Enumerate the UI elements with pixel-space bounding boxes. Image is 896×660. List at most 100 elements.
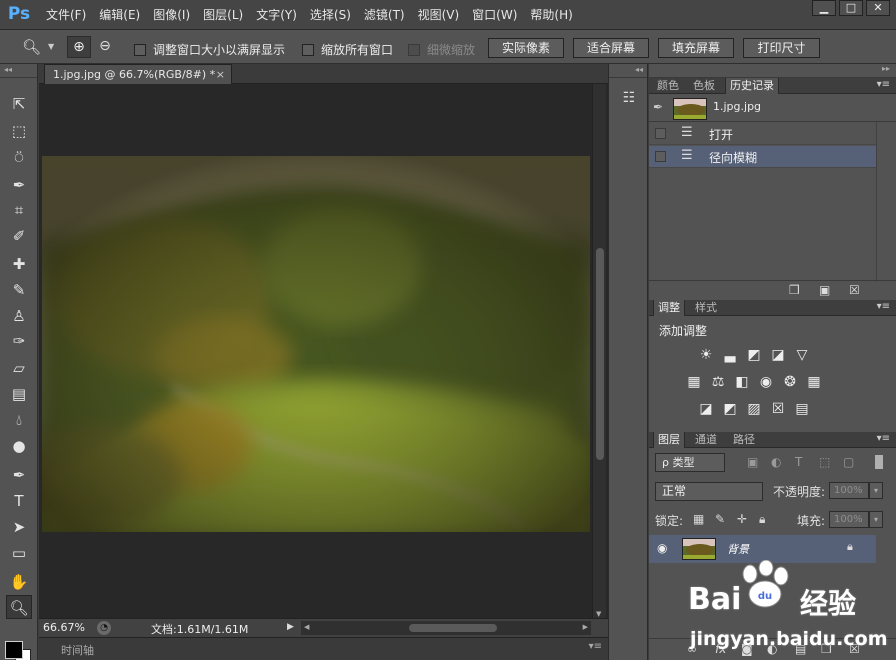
menu-image[interactable]: 图像(I): [153, 6, 190, 24]
eraser-tool-icon[interactable]: ▱: [6, 356, 32, 380]
tab-adjustments[interactable]: 调整: [653, 300, 685, 316]
zoom-all-windows-checkbox[interactable]: 缩放所有窗口: [302, 41, 393, 58]
layer-filter-select[interactable]: ρ 类型: [655, 453, 725, 472]
zoom-tool-icon[interactable]: 🔍︎: [6, 595, 32, 619]
menu-window[interactable]: 窗口(W): [472, 6, 517, 24]
close-tab-icon[interactable]: ×: [216, 65, 225, 84]
move-tool-icon[interactable]: ⇱: [6, 92, 32, 116]
layer-background[interactable]: ◉ 背景 🔒︎: [649, 535, 876, 563]
path-selection-tool-icon[interactable]: ➤: [6, 515, 32, 539]
exposure-icon[interactable]: ◪: [769, 346, 787, 364]
color-lookup-icon[interactable]: ▦: [805, 373, 823, 391]
panel-menu-icon[interactable]: ▾≡: [877, 433, 890, 444]
visibility-eye-icon[interactable]: ◉: [657, 541, 667, 555]
scrubby-zoom-checkbox[interactable]: 细微缩放: [408, 41, 475, 58]
fill-dropdown-icon[interactable]: ▾: [869, 511, 883, 528]
hand-tool-icon[interactable]: ✋: [6, 570, 32, 594]
quick-selection-tool-icon[interactable]: ✒: [6, 173, 32, 197]
filter-toggle[interactable]: [875, 455, 883, 469]
tab-layers[interactable]: 图层: [653, 432, 685, 448]
gradient-map-icon[interactable]: ▤: [793, 400, 811, 418]
lock-image-icon[interactable]: ✎: [715, 512, 725, 526]
image-canvas[interactable]: [42, 156, 590, 532]
minimize-button[interactable]: ▁: [812, 0, 836, 16]
history-checkbox[interactable]: [655, 151, 666, 162]
fit-screen-button[interactable]: 适合屏幕: [573, 38, 649, 58]
tab-paths[interactable]: 路径: [729, 432, 759, 448]
opacity-dropdown-icon[interactable]: ▾: [869, 482, 883, 499]
brightness-icon[interactable]: ☀: [697, 346, 715, 364]
menu-layer[interactable]: 图层(L): [203, 6, 243, 24]
crop-tool-icon[interactable]: ⌗: [6, 198, 32, 222]
horizontal-scroll-thumb[interactable]: [409, 624, 497, 632]
invert-icon[interactable]: ◪: [697, 400, 715, 418]
hue-saturation-icon[interactable]: ▦: [685, 373, 703, 391]
timeline-label[interactable]: 时间轴: [61, 642, 94, 658]
tab-channels[interactable]: 通道: [691, 432, 721, 448]
tab-color[interactable]: 颜色: [653, 78, 683, 94]
menu-type[interactable]: 文字(Y): [256, 6, 297, 24]
lock-all-icon[interactable]: 🔒︎: [759, 512, 765, 527]
black-white-icon[interactable]: ◧: [733, 373, 751, 391]
levels-icon[interactable]: ▃: [721, 346, 739, 364]
eyedropper-tool-icon[interactable]: ✐: [6, 224, 32, 248]
maximize-button[interactable]: □: [839, 0, 863, 16]
toolbox-collapse-icon[interactable]: ◂◂: [0, 64, 37, 78]
blend-mode-select[interactable]: 正常: [655, 482, 763, 501]
close-button[interactable]: ✕: [866, 0, 890, 16]
brush-tool-icon[interactable]: ✎: [6, 278, 32, 302]
print-size-button[interactable]: 打印尺寸: [743, 38, 820, 58]
gradient-tool-icon[interactable]: ▤: [6, 382, 32, 406]
zoom-tool-icon[interactable]: 🔍︎: [22, 38, 41, 56]
filter-smart-object-icon[interactable]: ▢: [843, 455, 854, 469]
tab-styles[interactable]: 样式: [691, 300, 721, 316]
vertical-scrollbar[interactable]: ▼: [592, 84, 606, 618]
lock-transparent-icon[interactable]: ▦: [693, 512, 704, 526]
selective-color-icon[interactable]: ☒: [769, 400, 787, 418]
zoom-in-button[interactable]: ⊕: [67, 36, 91, 58]
color-balance-icon[interactable]: ⚖: [709, 373, 727, 391]
camera-snapshot-icon[interactable]: ▣: [819, 283, 830, 297]
actual-pixels-button[interactable]: 实际像素: [488, 38, 564, 58]
menu-select[interactable]: 选择(S): [310, 6, 351, 24]
clone-stamp-tool-icon[interactable]: ♙: [6, 304, 32, 328]
scroll-down-icon[interactable]: ▼: [596, 610, 601, 618]
scroll-left-icon[interactable]: ◀: [304, 623, 309, 631]
history-state-radial-blur[interactable]: ☰ 径向模糊: [649, 146, 876, 168]
layer-name[interactable]: 背景: [727, 541, 749, 557]
tab-history[interactable]: 历史记录: [725, 78, 779, 94]
history-brush-source-icon[interactable]: ✒: [653, 100, 663, 114]
history-checkbox[interactable]: [655, 128, 666, 139]
photo-filter-icon[interactable]: ◉: [757, 373, 775, 391]
fill-screen-button[interactable]: 填充屏幕: [658, 38, 734, 58]
resize-windows-checkbox[interactable]: 调整窗口大小以满屏显示: [134, 41, 285, 58]
dodge-tool-icon[interactable]: ●: [6, 434, 32, 458]
menu-help[interactable]: 帮助(H): [530, 6, 572, 24]
tool-preset-arrow-icon[interactable]: ▼: [48, 42, 54, 51]
status-info-icon[interactable]: ◔: [97, 621, 111, 635]
menu-view[interactable]: 视图(V): [418, 6, 460, 24]
healing-brush-tool-icon[interactable]: ✚: [6, 252, 32, 276]
history-brush-tool-icon[interactable]: ✑: [6, 329, 32, 353]
history-state-open[interactable]: ☰ 打开: [649, 123, 876, 145]
blur-tool-icon[interactable]: 💧︎: [6, 408, 32, 432]
history-scrollbar[interactable]: [876, 122, 896, 282]
expand-panels-icon[interactable]: ▸▸: [882, 64, 890, 73]
panel-menu-icon[interactable]: ▾≡: [589, 641, 602, 652]
panel-menu-icon[interactable]: ▾≡: [877, 301, 890, 312]
panel-menu-icon[interactable]: ▾≡: [877, 79, 890, 90]
opacity-input[interactable]: 100%: [829, 482, 869, 499]
curves-icon[interactable]: ◩: [745, 346, 763, 364]
history-snapshot[interactable]: ✒ 1.jpg.jpg: [649, 94, 896, 122]
rectangle-tool-icon[interactable]: ▭: [6, 541, 32, 565]
filter-pixel-icon[interactable]: ▣: [747, 455, 758, 469]
type-tool-icon[interactable]: T: [6, 489, 32, 513]
fill-input[interactable]: 100%: [829, 511, 869, 528]
document-tab[interactable]: 1.jpg.jpg @ 66.7%(RGB/8#) * ×: [44, 64, 232, 84]
threshold-icon[interactable]: ▨: [745, 400, 763, 418]
menu-edit[interactable]: 编辑(E): [99, 6, 140, 24]
lasso-tool-icon[interactable]: ⍥: [6, 146, 32, 170]
collapse-icon[interactable]: ◂◂: [609, 64, 647, 78]
filter-shape-icon[interactable]: ⬚: [819, 455, 830, 469]
trash-icon[interactable]: ☒: [849, 283, 860, 297]
